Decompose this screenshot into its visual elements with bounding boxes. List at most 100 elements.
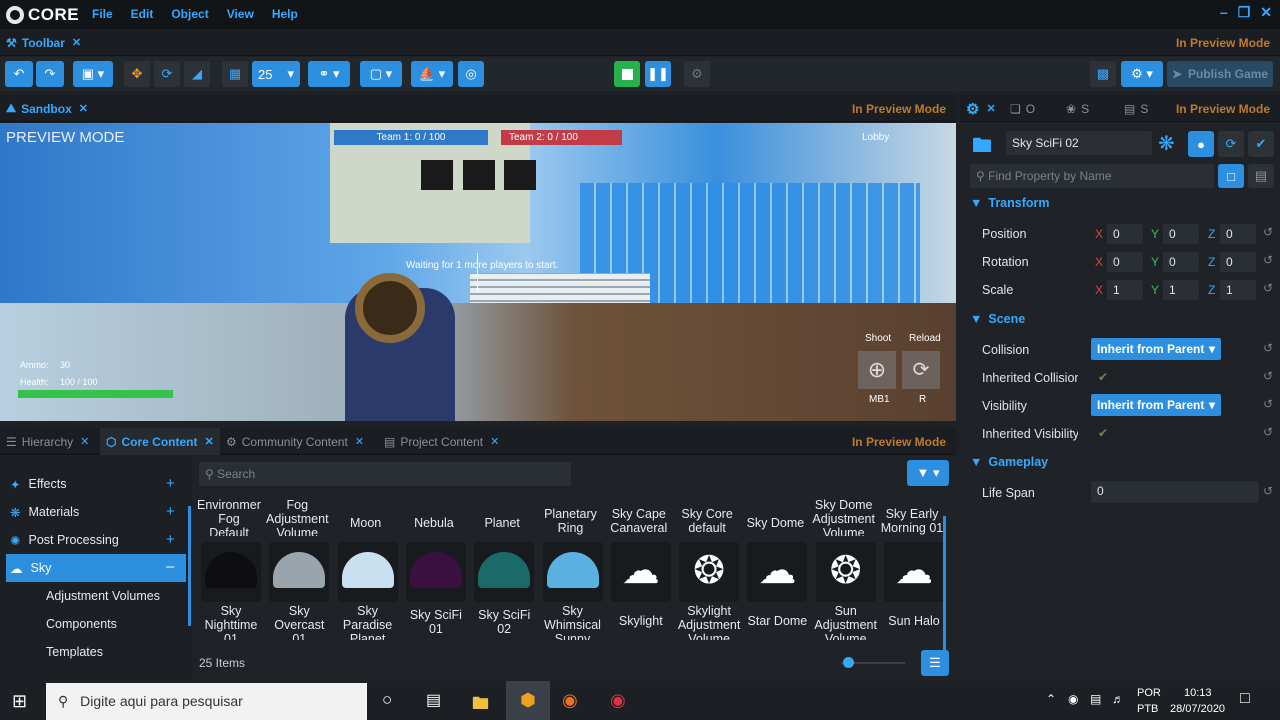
tab-community-content[interactable]: ⚙ Community Content ✕	[220, 428, 370, 455]
reset-scale-icon[interactable]: ↺	[1263, 281, 1273, 295]
move-tool-button[interactable]: ✥	[124, 61, 150, 87]
tray-app-icon[interactable]: ◉	[1068, 692, 1078, 706]
menu-edit[interactable]: Edit	[131, 7, 154, 21]
filter-button[interactable]: ▼ ▾	[907, 460, 949, 486]
world-space-button[interactable]: ⚭ ▾	[308, 61, 350, 87]
menu-file[interactable]: File	[92, 7, 113, 21]
file-explorer-icon[interactable]: 🖿	[472, 691, 489, 720]
transform-section-header[interactable]: ▼ Transform	[970, 196, 1050, 210]
locate-button[interactable]: ●	[1188, 131, 1214, 157]
scale-z-field[interactable]: 1	[1220, 280, 1256, 300]
close-tab-icon[interactable]: ✕	[355, 435, 364, 448]
screen-button[interactable]: ▩	[1090, 61, 1116, 87]
tab-hierarchy[interactable]: ☰ Hierarchy ✕	[0, 428, 95, 455]
grid-size-select[interactable]: 25 ▾	[252, 61, 300, 87]
reset-collision-icon[interactable]: ↺	[1263, 341, 1273, 355]
collapse-sky-icon[interactable]: –	[166, 558, 174, 575]
content-thumbnail[interactable]: ❂	[679, 542, 740, 602]
copy-button[interactable]: □	[1218, 164, 1244, 188]
object-name-field[interactable]: Sky SciFi 02	[1006, 131, 1152, 155]
tab-sandbox[interactable]: ⛰ Sandbox ✕	[0, 95, 94, 122]
firefox-icon[interactable]: ◉	[562, 690, 578, 711]
close-icon[interactable]: ✕	[1260, 4, 1272, 21]
multiplayer-button[interactable]: ⚙	[684, 61, 710, 87]
content-thumbnail[interactable]: ☁	[884, 542, 944, 602]
content-thumbnail[interactable]: ☁	[747, 542, 808, 602]
tree-item-templates[interactable]: Templates	[46, 640, 103, 664]
content-item[interactable]: Environmen Fog Default	[197, 498, 261, 536]
position-z-field[interactable]: 0	[1220, 224, 1256, 244]
position-x-field[interactable]: 0	[1107, 224, 1143, 244]
property-search-input[interactable]: ⚲ Find Property by Name	[970, 164, 1214, 188]
tab-script2[interactable]: ▤ S	[1118, 95, 1154, 122]
content-item[interactable]: Sky Early Morning 01	[880, 507, 944, 545]
content-thumbnail[interactable]	[201, 542, 261, 602]
tab-script1[interactable]: ❀ S	[1060, 95, 1095, 122]
tree-item-materials[interactable]: ❋ Materials	[10, 500, 79, 524]
tab-properties[interactable]: ⚙ ✕	[960, 95, 1002, 122]
publish-game-button[interactable]: ➤ Publish Game	[1167, 61, 1273, 87]
reset-rotation-icon[interactable]: ↺	[1263, 253, 1273, 267]
pause-button[interactable]: ❚❚	[645, 61, 671, 87]
menu-view[interactable]: View	[227, 7, 254, 21]
confirm-button[interactable]: ✔	[1248, 131, 1274, 157]
list-view-button[interactable]: ☰	[921, 650, 949, 676]
collision-dropdown[interactable]: Inherit from Parent ▾	[1091, 338, 1221, 360]
close-tab-icon[interactable]: ✕	[490, 435, 499, 448]
content-thumbnail[interactable]	[542, 542, 603, 602]
tree-item-components[interactable]: Components	[46, 612, 117, 636]
rotate-tool-button[interactable]: ⟳	[154, 61, 180, 87]
expand-effects-icon[interactable]: +	[166, 475, 175, 492]
tree-item-effects[interactable]: ✦ Effects	[10, 472, 66, 496]
notifications-icon[interactable]: □	[1240, 690, 1250, 708]
reset-visibility-icon[interactable]: ↺	[1263, 397, 1273, 411]
content-thumbnail[interactable]: ❂	[815, 542, 876, 602]
tree-item-post-processing[interactable]: ✺ Post Processing	[10, 528, 119, 552]
close-tab-icon[interactable]: ✕	[986, 102, 995, 115]
redo-button[interactable]: ↷	[36, 61, 64, 87]
expand-materials-icon[interactable]: +	[166, 503, 175, 520]
content-item[interactable]: Fog Adjustment Volume	[265, 498, 329, 536]
vehicle-button[interactable]: ⛵ ▾	[411, 61, 453, 87]
grid-toggle-button[interactable]: ▦	[222, 61, 248, 87]
tab-project-content[interactable]: ▤ Project Content ✕	[378, 428, 505, 455]
gameplay-section-header[interactable]: ▼ Gameplay	[970, 455, 1048, 469]
menu-help[interactable]: Help	[272, 7, 298, 21]
position-y-field[interactable]: 0	[1163, 224, 1199, 244]
reset-lifespan-icon[interactable]: ↺	[1263, 484, 1273, 498]
reset-position-icon[interactable]: ↺	[1263, 225, 1273, 239]
content-item[interactable]: Sky Core default	[675, 507, 739, 545]
content-item[interactable]: Sky Dome Adjustment Volume	[812, 498, 876, 536]
scale-x-field[interactable]: 1	[1107, 280, 1143, 300]
tab-toolbar[interactable]: ⚒ Toolbar ✕	[0, 29, 87, 56]
camera-button[interactable]: ▢ ▾	[360, 61, 402, 87]
clock-time[interactable]: 10:13	[1184, 687, 1212, 699]
content-thumbnail[interactable]	[269, 542, 330, 602]
content-thumbnail[interactable]	[474, 542, 535, 602]
paste-button[interactable]: ▤	[1248, 164, 1274, 188]
content-thumbnail[interactable]	[337, 542, 398, 602]
recorder-icon[interactable]: ◉	[610, 690, 626, 711]
close-tab-icon[interactable]: ✕	[72, 36, 81, 49]
content-scrollbar[interactable]	[943, 516, 946, 661]
network-tray-icon[interactable]: ▤	[1090, 692, 1101, 706]
rotation-y-field[interactable]: 0	[1163, 252, 1199, 272]
content-thumbnail[interactable]: ☁	[610, 542, 671, 602]
settings-dropdown[interactable]: ⚙ ▾	[1121, 61, 1163, 87]
tray-chevron-icon[interactable]: ⌃	[1046, 692, 1056, 706]
restore-icon[interactable]: ❐	[1238, 4, 1251, 21]
reset-inherited-collision-icon[interactable]: ↺	[1263, 369, 1273, 383]
close-tab-icon[interactable]: ✕	[80, 435, 89, 448]
rotation-x-field[interactable]: 0	[1107, 252, 1143, 272]
taskbar-search-input[interactable]: ⚲ Digite aqui para pesquisar	[46, 683, 367, 720]
volume-icon[interactable]: ♬	[1112, 692, 1124, 706]
cortana-icon[interactable]: ○	[382, 690, 392, 710]
content-item[interactable]: Sky Cape Canaveral	[607, 507, 671, 545]
network-icon[interactable]: ❋	[1158, 131, 1175, 156]
tree-scrollbar[interactable]	[188, 506, 191, 626]
task-view-icon[interactable]: ▤	[426, 690, 441, 710]
minimize-icon[interactable]: –	[1220, 4, 1228, 21]
keyboard-layout[interactable]: PTB	[1137, 703, 1158, 715]
reset-button[interactable]: ⟳	[1218, 131, 1244, 157]
scene-section-header[interactable]: ▼ Scene	[970, 312, 1025, 326]
